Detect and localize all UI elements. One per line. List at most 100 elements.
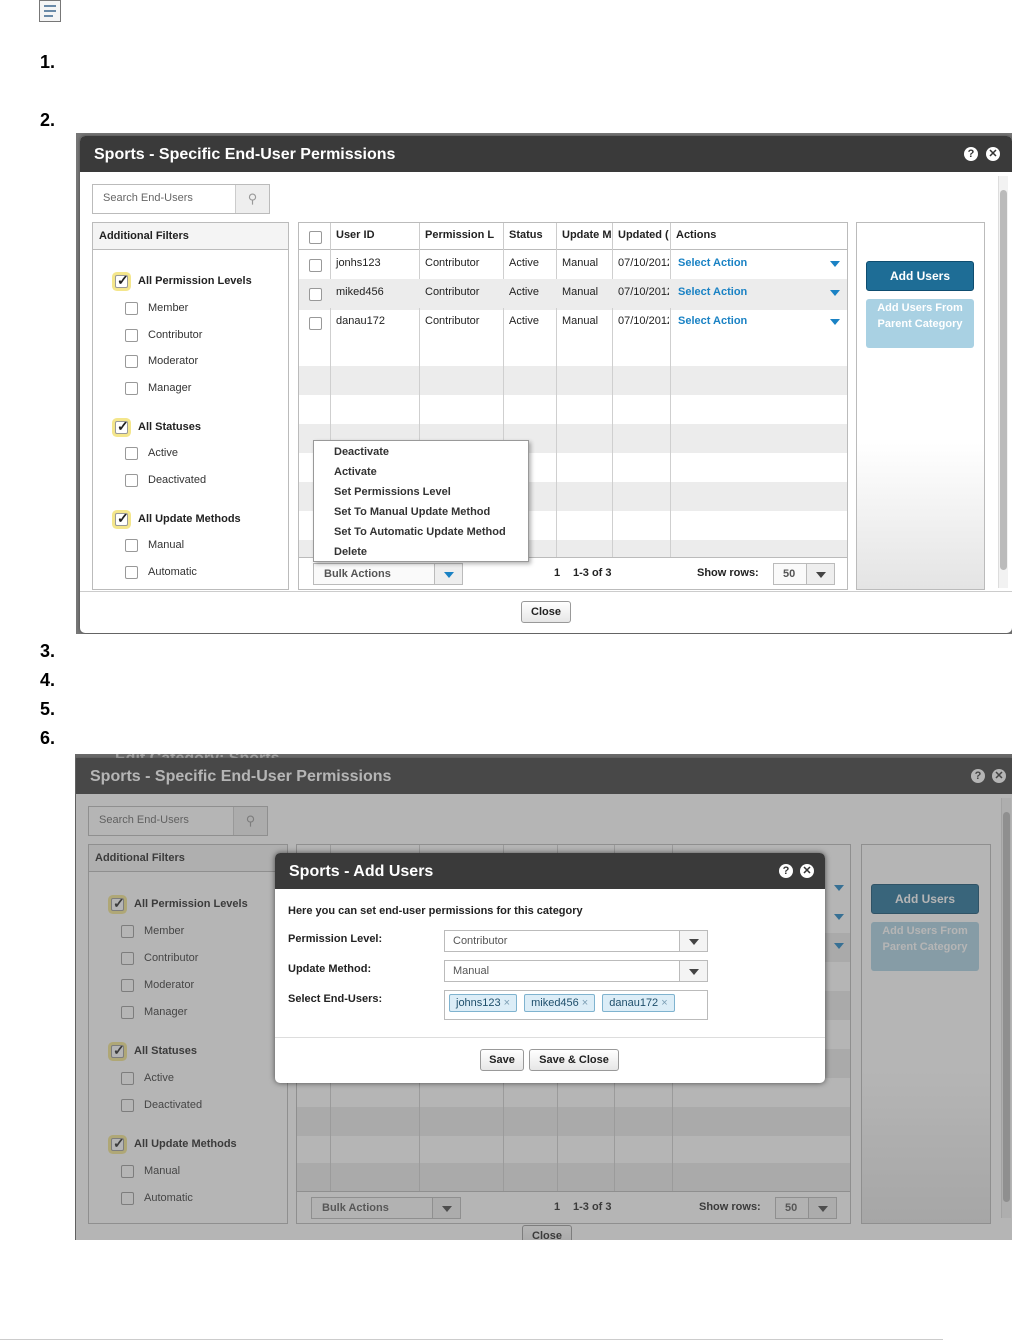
checkbox-contributor[interactable] (125, 329, 138, 342)
col-updated[interactable]: Updated ( (612, 223, 670, 250)
chevron-down-icon (689, 939, 699, 945)
page-divider (0, 1339, 943, 1340)
checkbox-deactivated[interactable] (125, 474, 138, 487)
chevron-down-icon[interactable] (830, 261, 840, 267)
row-checkbox[interactable] (309, 288, 322, 301)
update-method-toggle[interactable] (679, 961, 707, 981)
filter-manager: Manager (148, 382, 192, 394)
update-method-label: Update Method: (288, 963, 372, 975)
col-actions[interactable]: Actions (670, 223, 847, 250)
col-permission[interactable]: Permission L (419, 223, 503, 250)
checkbox-all-statuses[interactable] (115, 418, 129, 435)
checkbox-manager[interactable] (125, 382, 138, 395)
filters-title: Additional Filters (93, 223, 288, 250)
cell-permission: Contributor (425, 257, 480, 269)
filter-group-permission: All Permission Levels (138, 275, 252, 287)
screenshot-permissions: Sports - Specific End-User Permissions ?… (76, 133, 1012, 634)
step-1: 1. (40, 52, 56, 72)
bulk-actions-menu: Deactivate Activate Set Permissions Leve… (313, 440, 529, 562)
search-icon[interactable]: ⚲ (235, 185, 269, 213)
permission-level-toggle[interactable] (679, 931, 707, 951)
filter-automatic: Automatic (148, 566, 197, 578)
end-users-tag-input[interactable]: johns123 × miked456 × danau172 × (444, 990, 708, 1020)
help-icon[interactable]: ? (779, 864, 793, 878)
row-checkbox[interactable] (309, 317, 322, 330)
cell-status: Active (509, 286, 539, 298)
step-2: 2. (40, 110, 56, 130)
table-row: jonhs123 Contributor Active Manual 07/10… (299, 250, 847, 279)
add-from-parent-button[interactable]: Add Users From Parent Category (866, 299, 974, 348)
cell-permission: Contributor (425, 315, 480, 327)
bulk-actions-toggle[interactable] (434, 564, 462, 584)
search-input[interactable]: Search End-Users ⚲ (92, 184, 270, 214)
menu-item-deactivate[interactable]: Deactivate (314, 443, 528, 463)
show-rows-toggle[interactable] (806, 564, 834, 584)
update-method-value: Manual (453, 965, 490, 977)
step-5: 5. (40, 699, 56, 719)
row-checkbox[interactable] (309, 259, 322, 272)
permission-level-value: Contributor (453, 935, 508, 947)
user-tag-label: johns123 (456, 997, 501, 1009)
cell-user: miked456 (336, 286, 384, 298)
bulk-actions-dropdown[interactable]: Bulk Actions (313, 563, 463, 585)
col-user-id[interactable]: User ID (330, 223, 419, 250)
permission-level-label: Permission Level: (288, 933, 383, 945)
permissions-dialog: Sports - Specific End-User Permissions ?… (80, 136, 1012, 633)
close-icon[interactable]: ✕ (800, 864, 814, 878)
remove-tag-icon[interactable]: × (504, 997, 510, 1009)
checkbox-moderator[interactable] (125, 355, 138, 368)
chevron-down-icon (816, 572, 826, 578)
checkbox-manual[interactable] (125, 539, 138, 552)
select-action-link[interactable]: Select Action (673, 279, 752, 308)
page-number: 1 (554, 567, 561, 579)
table-row: miked456 Contributor Active Manual 07/10… (299, 279, 847, 308)
filter-group-method: All Update Methods (138, 513, 241, 525)
cell-status: Active (509, 315, 539, 327)
remove-tag-icon[interactable]: × (582, 997, 588, 1009)
select-all-checkbox[interactable] (309, 231, 322, 244)
update-method-select[interactable]: Manual (444, 960, 708, 982)
col-status[interactable]: Status (503, 223, 556, 250)
cell-method: Manual (562, 257, 599, 269)
filter-manual: Manual (148, 539, 185, 551)
chevron-down-icon[interactable] (830, 290, 840, 296)
show-rows-select[interactable]: 50 (773, 563, 835, 585)
checkbox-automatic[interactable] (125, 566, 138, 579)
dialog-title: Sports - Specific End-User Permissions (80, 136, 1012, 172)
add-dialog-intro: Here you can set end-user permissions fo… (288, 905, 583, 917)
col-update-method[interactable]: Update M (556, 223, 612, 250)
filter-contributor: Contributor (148, 329, 203, 341)
menu-item-activate[interactable]: Activate (314, 463, 528, 483)
scrollbar-thumb[interactable] (1000, 190, 1007, 570)
filter-group-status: All Statuses (138, 421, 201, 433)
close-button[interactable]: Close (521, 601, 571, 623)
table-row: danau172 Contributor Active Manual 07/10… (299, 308, 847, 337)
save-close-button[interactable]: Save & Close (529, 1049, 619, 1071)
menu-item-delete[interactable]: Delete (314, 543, 528, 563)
step-3: 3. (40, 641, 56, 661)
chevron-down-icon[interactable] (830, 319, 840, 325)
select-action-link[interactable]: Select Action (673, 250, 752, 279)
help-icon[interactable]: ? (964, 147, 978, 161)
filter-member: Member (148, 302, 189, 314)
add-users-button[interactable]: Add Users (866, 261, 974, 291)
permission-level-select[interactable]: Contributor (444, 930, 708, 952)
checkbox-active[interactable] (125, 447, 138, 460)
select-action-link[interactable]: Select Action (673, 308, 752, 337)
chevron-down-icon (444, 572, 454, 578)
save-button[interactable]: Save (480, 1049, 524, 1071)
add-dialog-title: Sports - Add Users (275, 853, 825, 889)
menu-item-manual-method[interactable]: Set To Manual Update Method (314, 503, 528, 523)
dialog-scrollbar[interactable] (998, 176, 1008, 588)
user-tag: johns123 × (449, 994, 518, 1012)
user-tag: miked456 × (524, 994, 596, 1012)
menu-item-automatic-method[interactable]: Set To Automatic Update Method (314, 523, 528, 543)
bulk-actions-label: Bulk Actions (324, 568, 391, 580)
checkbox-all-update-methods[interactable] (115, 510, 129, 527)
menu-item-set-permissions[interactable]: Set Permissions Level (314, 483, 528, 503)
close-icon[interactable]: ✕ (986, 147, 1000, 161)
checkbox-all-permission-levels[interactable] (115, 272, 129, 289)
cell-method: Manual (562, 286, 599, 298)
checkbox-member[interactable] (125, 302, 138, 315)
remove-tag-icon[interactable]: × (661, 997, 667, 1009)
